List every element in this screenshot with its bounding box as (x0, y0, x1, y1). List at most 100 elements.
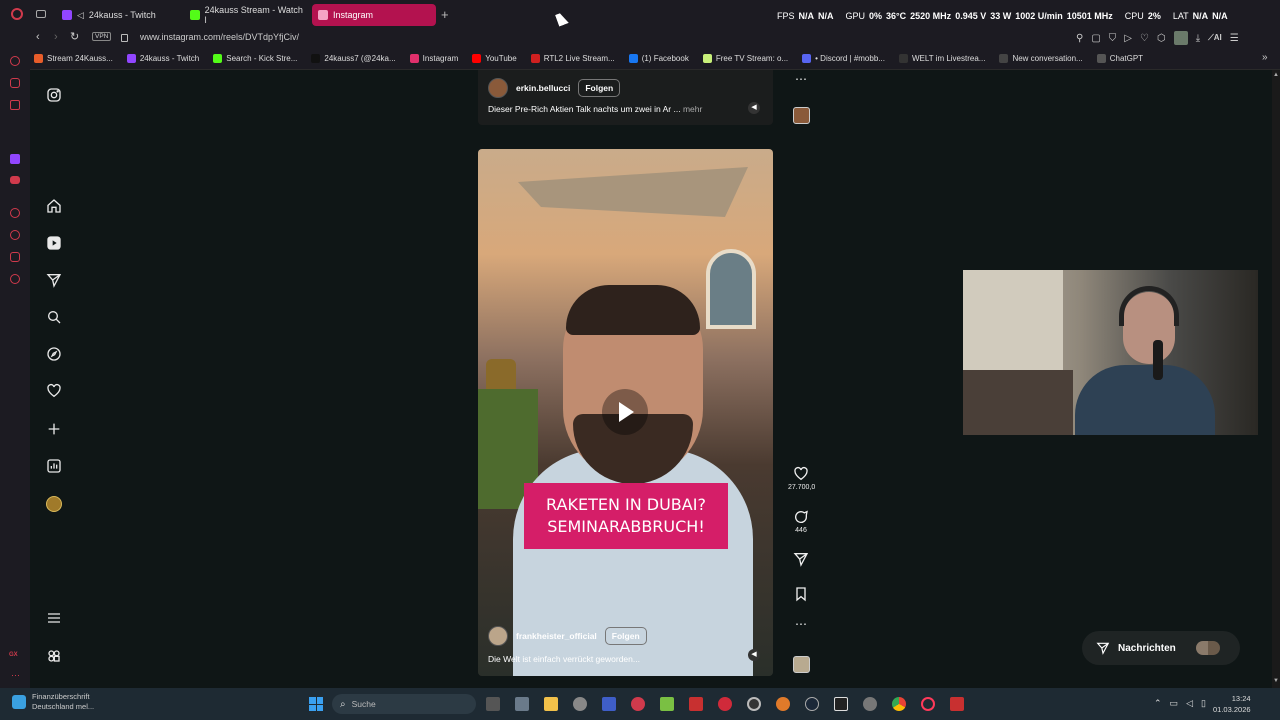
save-button[interactable] (788, 586, 814, 604)
bookmark-item[interactable]: Free TV Stream: o... (702, 54, 788, 63)
avatar[interactable] (488, 78, 508, 98)
tab-overview-icon[interactable] (36, 10, 46, 18)
follow-button[interactable]: Folgen (578, 79, 621, 97)
caption-more-link[interactable]: mehr (683, 104, 702, 114)
menu-icon[interactable]: ☰ (1230, 33, 1239, 44)
clock[interactable]: 13:24 01.03.2026 (1213, 693, 1251, 715)
scroll-down-icon[interactable]: ▼ (1273, 678, 1279, 684)
tab-kick[interactable]: 24kauss Stream - Watch l (184, 4, 304, 26)
play-icon[interactable]: ▷ (1124, 33, 1132, 44)
settings-icon[interactable] (10, 274, 20, 284)
more-menu-icon[interactable] (45, 609, 63, 627)
instagram-logo-icon[interactable] (45, 86, 63, 104)
share-button[interactable] (788, 551, 814, 569)
tab-instagram[interactable]: Instagram (312, 4, 436, 26)
bookmarks-overflow-icon[interactable]: » (1262, 52, 1268, 63)
visual-studio-icon[interactable] (602, 697, 616, 711)
steam-icon[interactable] (805, 697, 819, 711)
sidebar-more-icon[interactable]: ⋯ (11, 670, 20, 681)
player-icon[interactable] (10, 208, 20, 218)
reel-options-icon[interactable]: ⋯ (795, 72, 807, 86)
opera-logo-icon[interactable] (11, 8, 23, 20)
opera-gx-icon[interactable] (921, 697, 935, 711)
pin-icon[interactable]: ⚲ (1076, 33, 1083, 44)
app-game-icon[interactable] (718, 697, 732, 711)
url-field[interactable]: www.instagram.com/reels/DVTdpYfjCiv/ (140, 32, 299, 42)
shield-icon[interactable]: ⛉ (1109, 33, 1117, 44)
home-icon[interactable] (45, 197, 63, 215)
bookmark-item[interactable]: 24kauss7 (@24ka... (311, 54, 396, 63)
avatar[interactable] (488, 626, 508, 646)
app-orange-icon[interactable] (776, 697, 790, 711)
aria-ai-button[interactable]: ⟋AI (1208, 33, 1222, 43)
taskbar-search[interactable]: ⌕ Suche (332, 694, 476, 714)
history-icon[interactable] (10, 230, 20, 240)
search-icon[interactable] (45, 308, 63, 326)
bookmark-item[interactable]: ChatGPT (1096, 54, 1143, 63)
vpn-badge[interactable]: VPN (92, 32, 112, 41)
gx-corner-icon[interactable] (10, 100, 20, 110)
sound-icon[interactable]: ◀ (748, 102, 760, 114)
volume-icon[interactable]: ◁ (1186, 698, 1193, 709)
epic-games-icon[interactable] (834, 697, 848, 711)
app-red-icon[interactable] (689, 697, 703, 711)
bookmark-item[interactable]: Stream 24Kauss... (34, 54, 113, 63)
audio-thumbnail[interactable] (793, 656, 810, 673)
dashboard-icon[interactable] (45, 457, 63, 475)
create-plus-icon[interactable] (45, 420, 63, 438)
extensions-icon[interactable]: ⬡ (1157, 33, 1166, 44)
tray-chevron-icon[interactable]: ⌃ (1154, 698, 1162, 709)
network-icon[interactable]: ▭ (1170, 698, 1179, 709)
reel-options-icon[interactable]: ⋯ (788, 617, 814, 631)
play-button-icon[interactable] (602, 389, 648, 435)
reel-username[interactable]: frankheister_official (516, 631, 597, 641)
also-from-meta-icon[interactable] (45, 647, 63, 665)
forward-icon[interactable]: › (54, 31, 58, 43)
heart-icon[interactable]: ♡ (1140, 33, 1149, 44)
reels-icon[interactable] (45, 234, 63, 252)
snapshot-icon[interactable]: ▢ (1091, 33, 1100, 44)
extensions-sidebar-icon[interactable] (10, 252, 20, 262)
bluestacks-icon[interactable] (660, 697, 674, 711)
reel-current[interactable]: RAKETEN IN DUBAI? SEMINARABBRUCH! frankh… (478, 149, 773, 676)
page-scrollbar[interactable]: ▲ ▼ (1272, 70, 1280, 688)
profile-avatar[interactable] (1173, 31, 1188, 45)
twitch-sidebar-icon[interactable] (10, 154, 20, 164)
file-explorer-icon[interactable] (544, 697, 558, 711)
tab-twitch[interactable]: ◁ 24kauss - Twitch (56, 4, 178, 26)
profile-avatar-nav[interactable] (46, 496, 62, 512)
bookmark-item[interactable]: Search - Kick Stre... (213, 54, 297, 63)
chrome-icon[interactable] (892, 697, 906, 711)
reel-previous[interactable]: erkin.bellucci Folgen Dieser Pre-Rich Ak… (478, 70, 773, 125)
audio-thumbnail[interactable] (793, 107, 810, 124)
mouse-app-icon[interactable] (573, 697, 587, 711)
calculator-icon[interactable] (515, 697, 529, 711)
youtube-sidebar-icon[interactable] (10, 176, 20, 184)
instagram-sidebar-icon[interactable] (10, 78, 20, 88)
bookmark-item[interactable]: New conversation... (999, 54, 1083, 63)
bookmark-item[interactable]: 24kauss - Twitch (126, 54, 199, 63)
obs-icon[interactable] (747, 697, 761, 711)
messages-button[interactable]: Nachrichten (1082, 631, 1240, 665)
notifications-heart-icon[interactable] (45, 382, 63, 400)
bookmark-item[interactable]: YouTube (472, 54, 517, 63)
bookmark-item[interactable]: WELT im Livestrea... (898, 54, 985, 63)
weather-widget[interactable]: Finanzüberschrift Deutschland mel... (12, 692, 94, 712)
settings-gear-icon[interactable] (863, 697, 877, 711)
task-view-icon[interactable] (486, 697, 500, 711)
app-red2-icon[interactable] (950, 697, 964, 711)
opera-taskbar-icon[interactable] (631, 697, 645, 711)
follow-button[interactable]: Folgen (604, 627, 647, 645)
bookmark-item[interactable]: Instagram (409, 54, 458, 63)
scroll-up-icon[interactable]: ▲ (1273, 72, 1279, 78)
comment-button[interactable]: 446 (788, 509, 814, 534)
back-icon[interactable]: ‹ (36, 31, 40, 43)
download-icon[interactable]: ⤓ (1196, 33, 1200, 44)
like-button[interactable]: 27.700,0 (788, 466, 815, 491)
messenger-icon[interactable] (10, 56, 20, 66)
bookmark-item[interactable]: RTL2 Live Stream... (530, 54, 615, 63)
direct-messages-icon[interactable] (45, 271, 63, 289)
bookmark-item[interactable]: • Discord | #mobb... (802, 54, 885, 63)
windows-start-icon[interactable] (309, 697, 323, 711)
reload-icon[interactable]: ↻ (70, 30, 79, 43)
